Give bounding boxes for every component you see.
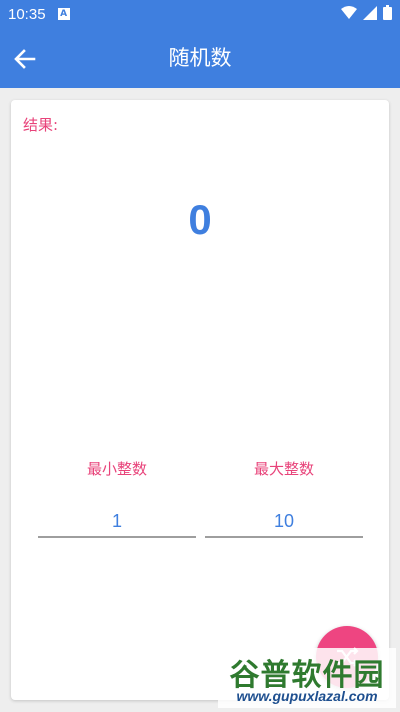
signal-icon bbox=[363, 5, 377, 20]
watermark-url: www.gupuxlazal.com bbox=[236, 688, 378, 704]
result-value: 0 bbox=[188, 196, 212, 243]
result-label: 结果: bbox=[23, 116, 59, 134]
min-input[interactable] bbox=[38, 506, 196, 538]
max-input[interactable] bbox=[205, 506, 363, 538]
wifi-icon bbox=[341, 5, 357, 19]
status-time: 10:35 bbox=[8, 5, 46, 23]
battery-icon bbox=[383, 5, 392, 20]
main-card: 结果: 0 最小整数 最大整数 bbox=[11, 100, 389, 700]
status-bar: 10:35 A bbox=[0, 0, 400, 28]
notification-icon: A bbox=[57, 8, 70, 20]
status-icons bbox=[341, 5, 392, 20]
min-label: 最小整数 bbox=[86, 460, 147, 478]
min-field: 最小整数 bbox=[38, 458, 196, 538]
page-title: 随机数 bbox=[168, 46, 232, 70]
max-label: 最大整数 bbox=[253, 460, 314, 478]
app-bar: 随机数 bbox=[0, 28, 400, 88]
max-field: 最大整数 bbox=[205, 458, 363, 538]
watermark: 谷普软件园 www.gupuxlazal.com bbox=[218, 648, 396, 708]
